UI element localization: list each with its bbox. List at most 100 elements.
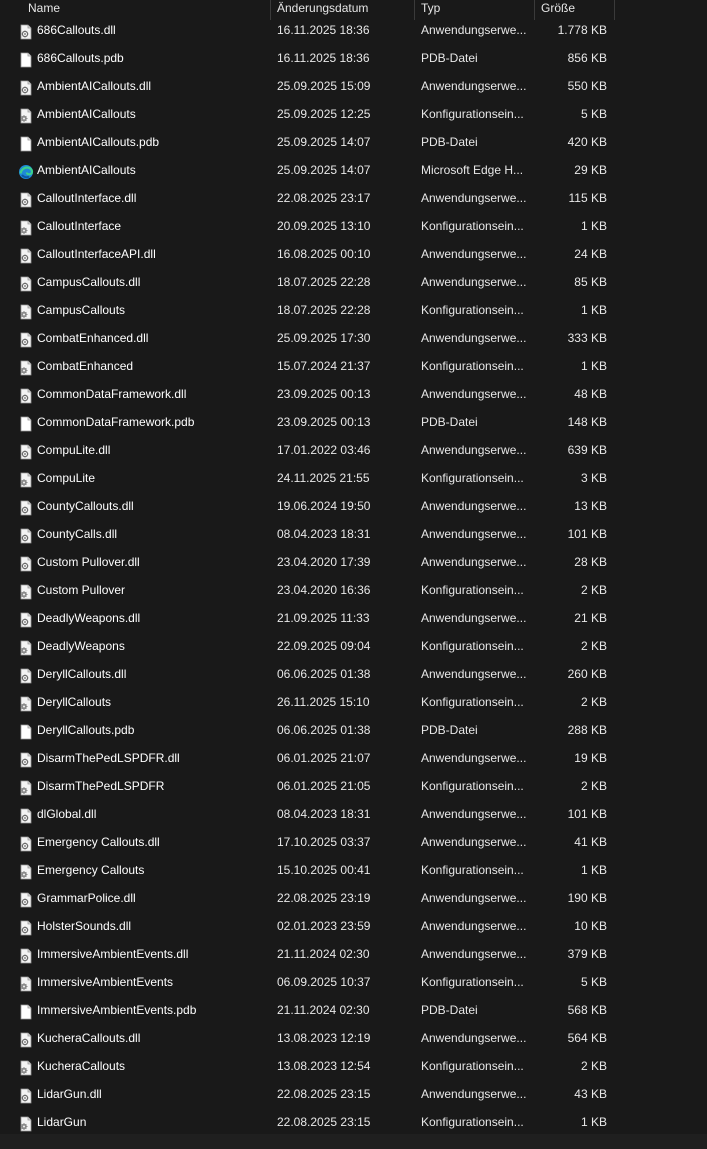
file-icon-cell (18, 492, 34, 520)
file-icon-cell (18, 996, 34, 1024)
file-icon-cell (18, 44, 34, 72)
file-row[interactable]: ImmersiveAmbientEvents 06.09.2025 10:37 Ko… (0, 968, 707, 996)
file-name: AmbientAICallouts (37, 163, 136, 177)
file-row[interactable]: LidarGun.dll 22.08.2025 23:15 Anwendungser… (0, 1080, 707, 1108)
file-name: CalloutInterface.dll (37, 191, 137, 205)
file-icon-cell (18, 240, 34, 268)
file-modified-date: 25.09.2025 14:07 (277, 163, 371, 177)
file-icon-cell (18, 268, 34, 296)
file-size: 13 KB (574, 499, 607, 513)
file-modified-date: 06.09.2025 10:37 (277, 975, 371, 989)
file-row[interactable]: Emergency Callouts.dll 17.10.2025 03:37 An… (0, 828, 707, 856)
file-modified-date: 06.06.2025 01:38 (277, 667, 371, 681)
file-row[interactable]: CommonDataFramework.pdb 23.09.2025 00:13 P… (0, 408, 707, 436)
file-type: Konfigurationsein... (421, 219, 524, 233)
dll-icon (18, 1030, 34, 1048)
config-icon (18, 358, 34, 376)
file-icon-cell (18, 184, 34, 212)
file-icon-cell (18, 296, 34, 324)
file-type: Konfigurationsein... (421, 303, 524, 317)
file-row[interactable]: DeryllCallouts.pdb 06.06.2025 01:38 PDB-Da… (0, 716, 707, 744)
file-row[interactable]: Custom Pullover 23.04.2020 16:36 Konfigura… (0, 576, 707, 604)
file-icon-cell (18, 436, 34, 464)
file-row[interactable]: AmbientAICallouts 25.09.2025 12:25 Konfigu… (0, 100, 707, 128)
file-row[interactable]: KucheraCallouts.dll 13.08.2023 12:19 Anwen… (0, 1024, 707, 1052)
file-row[interactable]: DeadlyWeapons 22.09.2025 09:04 Konfigurati… (0, 632, 707, 660)
file-row[interactable]: DeadlyWeapons.dll 21.09.2025 11:33 Anwendu… (0, 604, 707, 632)
file-row[interactable]: AmbientAICallouts 25.09.2025 14:07 Microso… (0, 156, 707, 184)
file-size: 2 KB (580, 583, 607, 597)
file-row[interactable]: DisarmThePedLSPDFR 06.01.2025 21:05 Konfig… (0, 772, 707, 800)
file-row[interactable]: HolsterSounds.dll 02.01.2023 23:59 Anwendu… (0, 912, 707, 940)
file-type: Anwendungserwe... (421, 275, 527, 289)
file-type: Anwendungserwe... (421, 443, 527, 457)
file-type: Anwendungserwe... (421, 247, 527, 261)
file-name: KucheraCallouts.dll (37, 1031, 141, 1045)
file-row[interactable]: Custom Pullover.dll 23.04.2020 17:39 Anwen… (0, 548, 707, 576)
file-row[interactable]: 686Callouts.pdb 16.11.2025 18:36 PDB-Datei… (0, 44, 707, 72)
file-type: Anwendungserwe... (421, 1087, 527, 1101)
file-modified-date: 22.08.2025 23:15 (277, 1115, 371, 1129)
file-row[interactable]: ImmersiveAmbientEvents.pdb 21.11.2024 02:… (0, 996, 707, 1024)
file-row[interactable]: CalloutInterface.dll 22.08.2025 23:17 Anwe… (0, 184, 707, 212)
file-row[interactable]: AmbientAICallouts.dll 25.09.2025 15:09 Anw… (0, 72, 707, 100)
file-name: Custom Pullover (37, 583, 126, 597)
file-name: CompuLite.dll (37, 443, 111, 457)
config-icon (18, 302, 34, 320)
file-row[interactable]: AmbientAICallouts.pdb 25.09.2025 14:07 PDB… (0, 128, 707, 156)
file-icon-cell (18, 408, 34, 436)
file-row[interactable]: CompuLite.dll 17.01.2022 03:46 Anwendungse… (0, 436, 707, 464)
file-type: Anwendungserwe... (421, 191, 527, 205)
file-row[interactable]: CalloutInterface 20.09.2025 13:10 Konfigur… (0, 212, 707, 240)
file-name: CombatEnhanced.dll (37, 331, 149, 345)
file-row[interactable]: CountyCalls.dll 08.04.2023 18:31 Anwendung… (0, 520, 707, 548)
file-row[interactable]: CampusCallouts.dll 18.07.2025 22:28 Anwend… (0, 268, 707, 296)
file-type: Konfigurationsein... (421, 583, 524, 597)
file-row[interactable]: CampusCallouts 18.07.2025 22:28 Konfigurat… (0, 296, 707, 324)
horizontal-scrollbar[interactable] (0, 1134, 707, 1149)
file-modified-date: 21.11.2024 02:30 (277, 947, 370, 961)
file-modified-date: 21.11.2024 02:30 (277, 1003, 370, 1017)
file-modified-date: 08.04.2023 18:31 (277, 527, 371, 541)
file-row[interactable]: DeryllCallouts 26.11.2025 15:10 Konfigurat… (0, 688, 707, 716)
file-type: Anwendungserwe... (421, 751, 527, 765)
file-row[interactable]: CompuLite 24.11.2025 21:55 Konfigurationse… (0, 464, 707, 492)
pdb-icon (18, 414, 34, 432)
file-name: DeadlyWeapons.dll (37, 611, 141, 625)
file-row[interactable]: CombatEnhanced 15.07.2024 21:37 Konfigurat… (0, 352, 707, 380)
file-name: CampusCallouts (37, 303, 126, 317)
file-size: 1 KB (580, 359, 607, 373)
file-size: 43 KB (574, 1087, 607, 1101)
file-row[interactable]: DeryllCallouts.dll 06.06.2025 01:38 Anwend… (0, 660, 707, 688)
file-size: 190 KB (567, 891, 607, 905)
file-row[interactable]: GrammarPolice.dll 22.08.2025 23:19 Anwendu… (0, 884, 707, 912)
file-row[interactable]: CalloutInterfaceAPI.dll 16.08.2025 00:10 A… (0, 240, 707, 268)
file-modified-date: 25.09.2025 17:30 (277, 331, 371, 345)
file-icon-cell (18, 828, 34, 856)
file-icon-cell (18, 72, 34, 100)
file-name: Emergency Callouts.dll (37, 835, 160, 849)
file-icon-cell (18, 632, 34, 660)
file-row[interactable]: ImmersiveAmbientEvents.dll 21.11.2024 02:… (0, 940, 707, 968)
file-row[interactable]: LidarGun 22.08.2025 23:15 Konfigurationsei… (0, 1108, 707, 1136)
dll-icon (18, 610, 34, 628)
file-row[interactable]: Emergency Callouts 15.10.2025 00:41 Konfig… (0, 856, 707, 884)
file-row[interactable]: DisarmThePedLSPDFR.dll 06.01.2025 21:07 An… (0, 744, 707, 772)
file-modified-date: 18.07.2025 22:28 (277, 303, 371, 317)
dll-icon (18, 246, 34, 264)
file-type: Microsoft Edge H... (421, 163, 524, 177)
config-icon (18, 974, 34, 992)
dll-icon (18, 750, 34, 768)
file-row[interactable]: KucheraCallouts 13.08.2023 12:54 Konfigura… (0, 1052, 707, 1080)
file-type: Anwendungserwe... (421, 667, 527, 681)
file-type: Konfigurationsein... (421, 975, 524, 989)
file-name: CompuLite (37, 471, 96, 485)
file-row[interactable]: 686Callouts.dll 16.11.2025 18:36 Anwendung… (0, 16, 707, 44)
file-size: 2 KB (580, 639, 607, 653)
file-row[interactable]: CommonDataFramework.dll 23.09.2025 00:13 A… (0, 380, 707, 408)
file-row[interactable]: CombatEnhanced.dll 25.09.2025 17:30 Anwend… (0, 324, 707, 352)
file-row[interactable]: dlGlobal.dll 08.04.2023 18:31 Anwendungser… (0, 800, 707, 828)
file-type: Anwendungserwe... (421, 23, 527, 37)
file-type: Konfigurationsein... (421, 779, 524, 793)
file-row[interactable]: CountyCallouts.dll 19.06.2024 19:50 Anwend… (0, 492, 707, 520)
